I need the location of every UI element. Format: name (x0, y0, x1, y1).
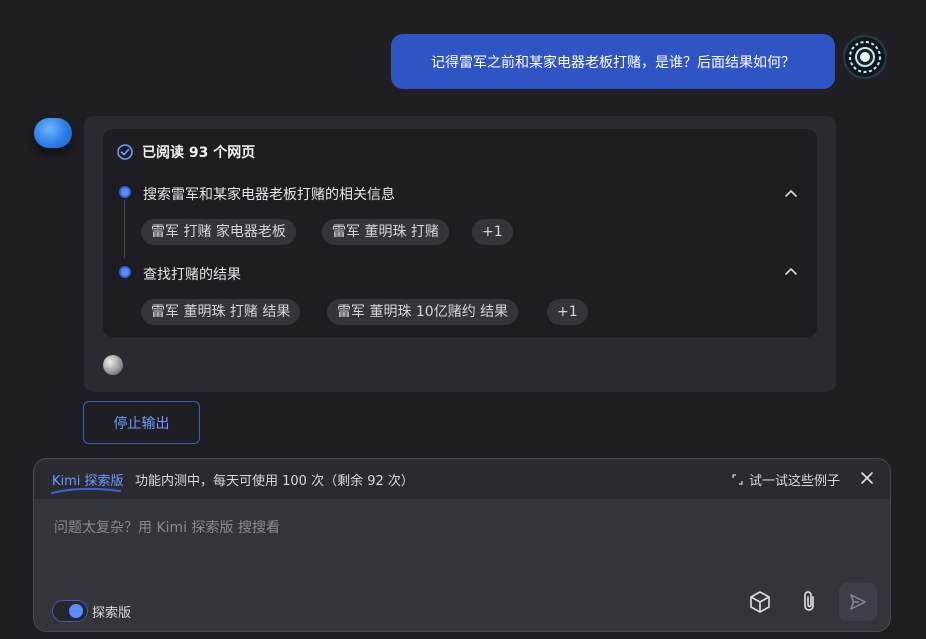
kimi-explore-tag[interactable]: Kimi 探索版 (51, 470, 124, 494)
toggle-knob (69, 604, 83, 618)
user-message-bubble: 记得雷军之前和某家电器老板打赌，是谁？后面结果如何？ (391, 34, 835, 89)
user-avatar-icon (849, 41, 881, 73)
send-button[interactable] (839, 583, 877, 621)
stop-output-button[interactable]: 停止输出 (83, 401, 200, 444)
user-message-text: 记得雷军之前和某家电器老板打赌，是谁？后面结果如何？ (431, 54, 795, 71)
explore-mode-toggle[interactable] (52, 600, 88, 622)
read-summary-text: 已阅读 93 个网页 (142, 145, 256, 161)
prompt-input[interactable] (52, 515, 756, 541)
search-query-chip[interactable]: 雷军 董明珠 10亿赌约 结果 (327, 299, 519, 325)
expand-icon (732, 474, 743, 485)
chevron-up-icon[interactable] (784, 188, 798, 198)
try-examples-link[interactable]: 试一试这些例子 (732, 470, 840, 489)
user-avatar[interactable] (843, 35, 887, 79)
chevron-up-icon[interactable] (784, 266, 798, 276)
step-title: 查找打赌的结果 (143, 267, 241, 283)
close-icon[interactable] (860, 471, 874, 485)
usage-notice: 功能内测中，每天可使用 100 次（剩余 92 次） (135, 474, 414, 489)
more-queries-chip[interactable]: +1 (472, 219, 513, 245)
search-query-chip[interactable]: 雷军 董明珠 打赌 结果 (141, 299, 301, 325)
loading-indicator-icon (103, 355, 123, 375)
search-query-chip[interactable]: 雷军 董明珠 打赌 (322, 219, 449, 245)
chat-composer: Kimi 探索版 功能内测中，每天可使用 100 次（剩余 92 次） 试一试这… (33, 458, 891, 632)
send-icon (850, 594, 866, 610)
step-status-dot (119, 266, 131, 278)
step-connector-line (124, 200, 125, 258)
explore-mode-label: 探索版 (92, 606, 132, 621)
search-query-chip[interactable]: 雷军 打赌 家电器老板 (141, 219, 296, 245)
step-title: 搜索雷军和某家电器老板打赌的相关信息 (143, 187, 395, 203)
read-summary[interactable]: 已阅读 93 个网页 (117, 143, 255, 161)
paperclip-icon[interactable] (796, 589, 822, 615)
try-examples-label: 试一试这些例子 (749, 474, 841, 489)
kimi-avatar (34, 118, 72, 148)
explore-banner: Kimi 探索版 功能内测中，每天可使用 100 次（剩余 92 次） 试一试这… (34, 459, 890, 499)
cube-icon[interactable] (747, 589, 773, 615)
circle-check-icon (117, 144, 133, 160)
more-queries-chip[interactable]: +1 (547, 299, 588, 325)
swoosh-underline-icon (51, 487, 121, 494)
step-status-dot (119, 186, 131, 198)
